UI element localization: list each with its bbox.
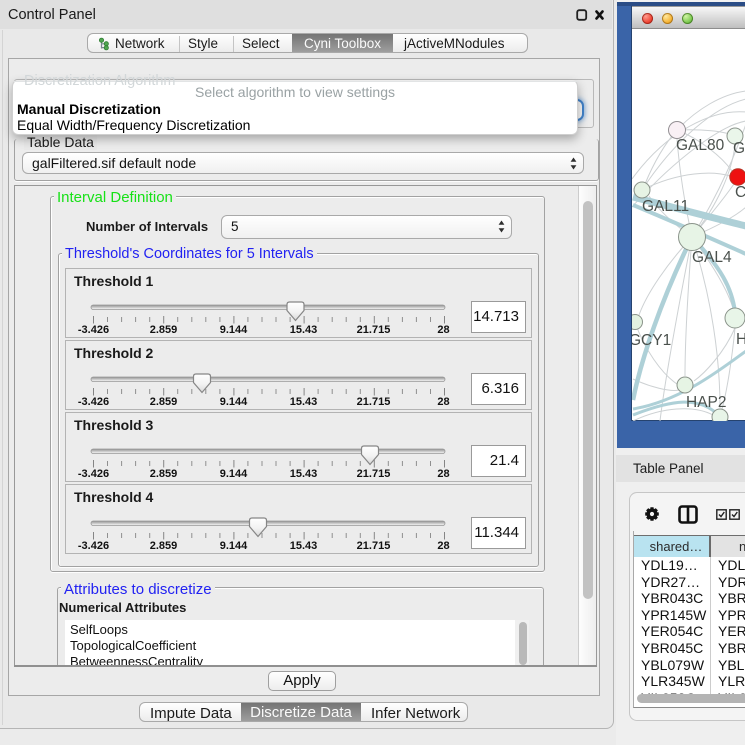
- svg-text:15.43: 15.43: [290, 468, 318, 480]
- svg-text:9.144: 9.144: [220, 396, 248, 408]
- svg-text:21.715: 21.715: [357, 468, 391, 480]
- svg-text:-3.426: -3.426: [78, 324, 109, 336]
- svg-text:GAL4: GAL4: [692, 249, 732, 266]
- svg-text:GAL80: GAL80: [676, 137, 725, 154]
- svg-text:15.43: 15.43: [290, 324, 318, 336]
- svg-text:C: C: [735, 184, 745, 201]
- svg-text:28: 28: [437, 468, 449, 480]
- svg-text:GCY1: GCY1: [632, 332, 671, 349]
- svg-text:21.715: 21.715: [357, 396, 391, 408]
- svg-text:2.859: 2.859: [150, 540, 178, 552]
- svg-text:-3.426: -3.426: [78, 540, 109, 552]
- svg-text:15.43: 15.43: [290, 396, 318, 408]
- svg-text:9.144: 9.144: [220, 324, 248, 336]
- svg-text:28: 28: [437, 540, 449, 552]
- svg-text:2.859: 2.859: [150, 468, 178, 480]
- svg-text:28: 28: [437, 324, 449, 336]
- svg-text:H: H: [736, 331, 745, 348]
- svg-text:-3.426: -3.426: [78, 396, 109, 408]
- svg-text:2.859: 2.859: [150, 396, 178, 408]
- svg-text:2.859: 2.859: [150, 324, 178, 336]
- svg-text:GAL11: GAL11: [642, 198, 689, 215]
- svg-text:GA: GA: [733, 140, 745, 157]
- svg-text:21.715: 21.715: [357, 540, 391, 552]
- svg-text:9.144: 9.144: [220, 468, 248, 480]
- svg-text:28: 28: [437, 396, 449, 408]
- svg-text:-3.426: -3.426: [78, 468, 109, 480]
- svg-text:15.43: 15.43: [290, 540, 318, 552]
- svg-text:HAP2: HAP2: [686, 394, 727, 411]
- svg-text:21.715: 21.715: [357, 324, 391, 336]
- svg-text:9.144: 9.144: [220, 540, 248, 552]
